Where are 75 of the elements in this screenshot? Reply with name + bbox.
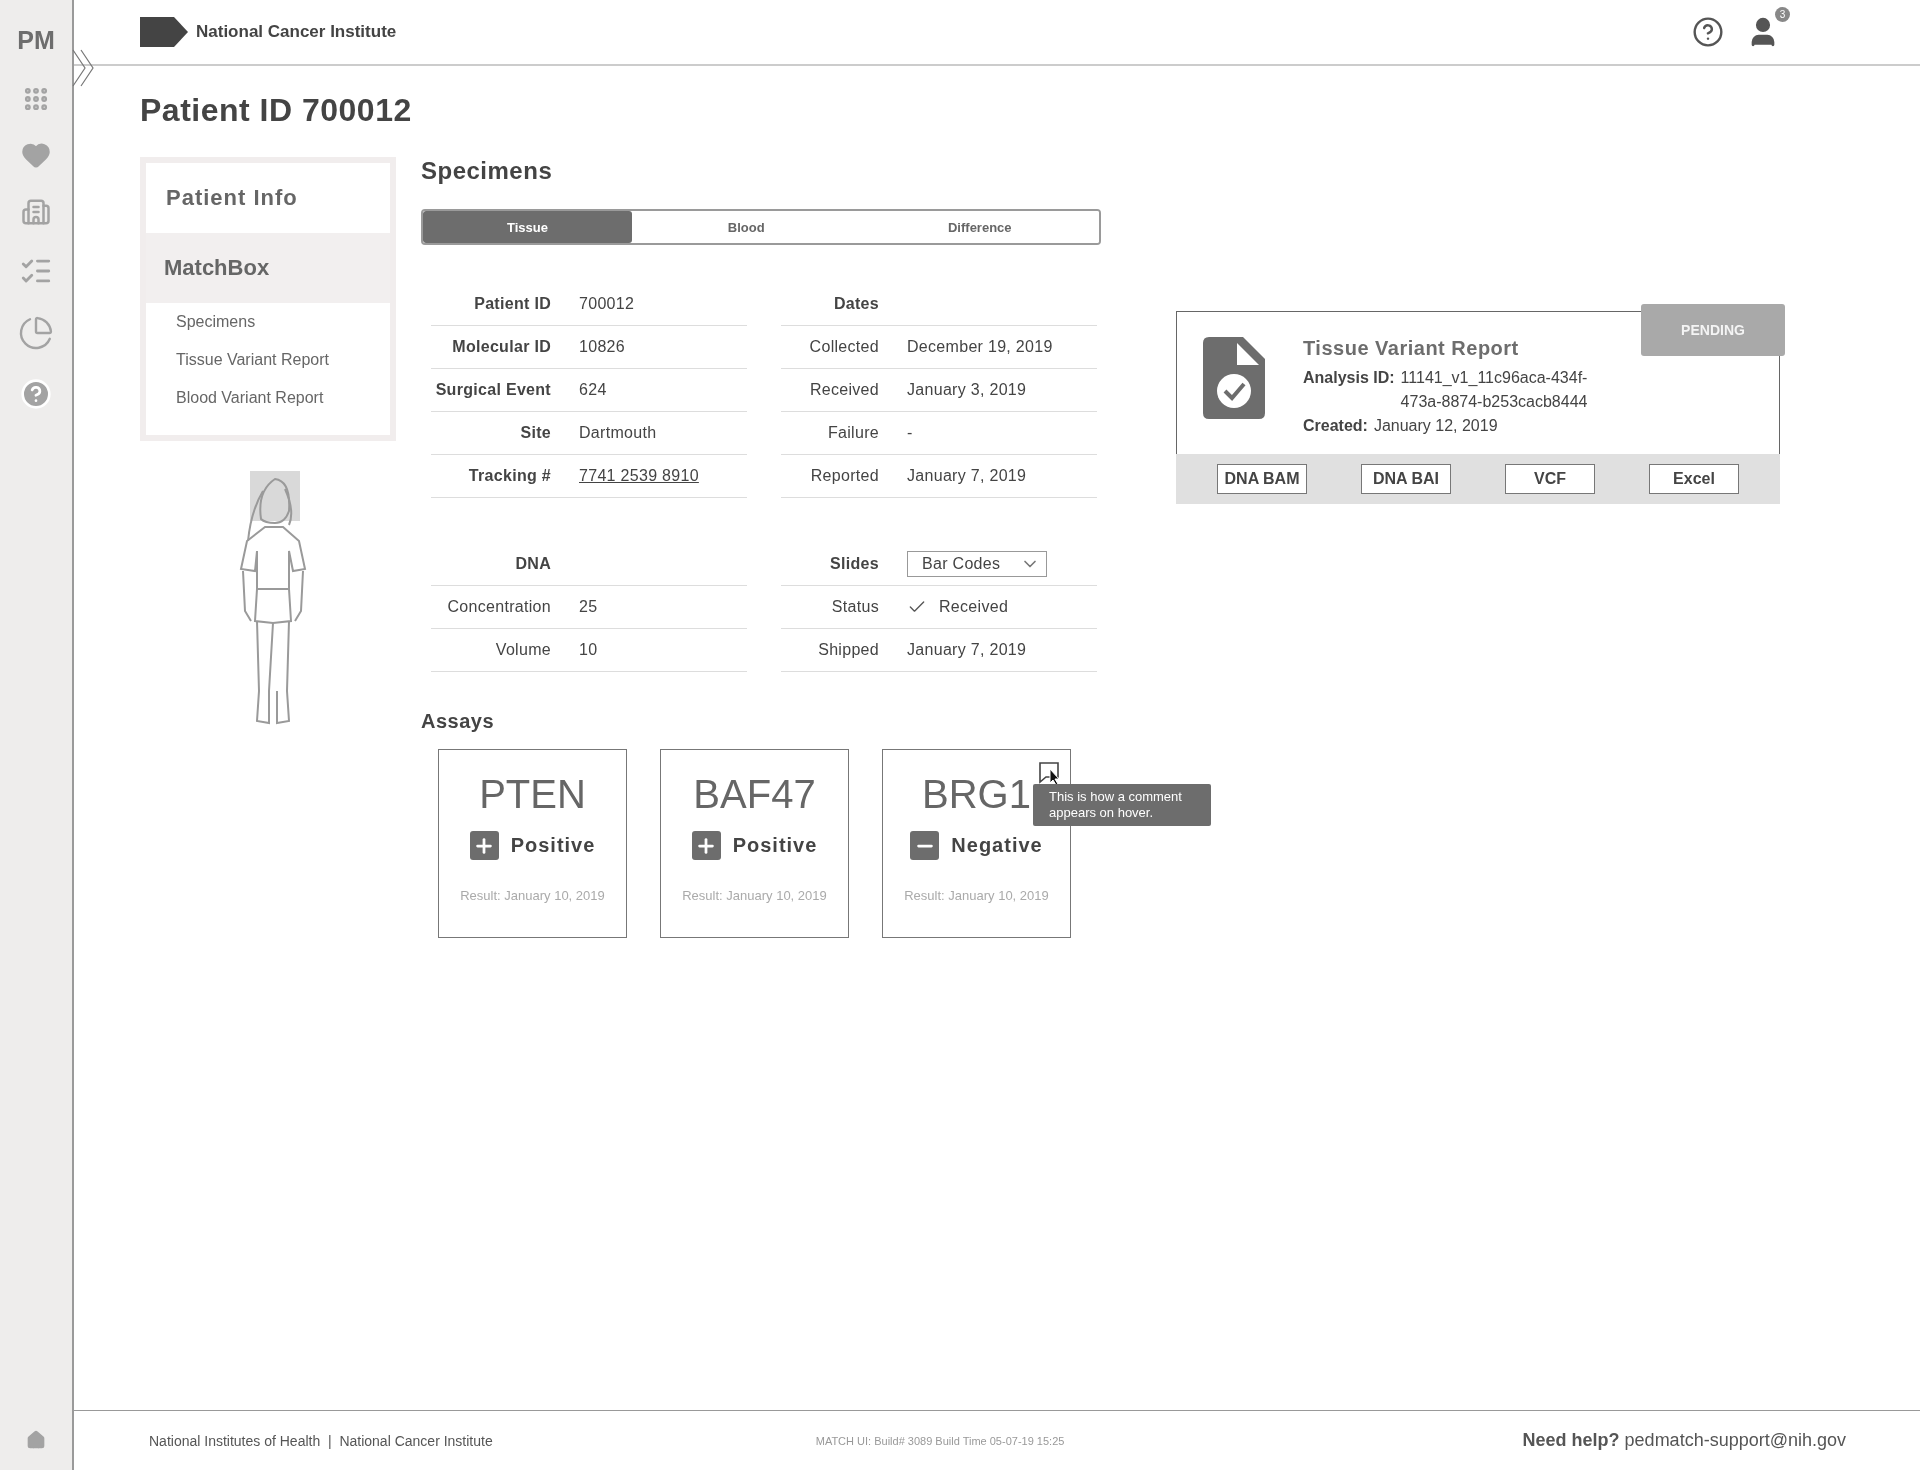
field-label: Molecular ID xyxy=(451,338,551,356)
report-title: Tissue Variant Report xyxy=(1303,337,1520,360)
grid-icon[interactable] xyxy=(22,85,50,113)
plus-icon xyxy=(469,831,499,860)
field-value: Received xyxy=(939,598,1009,616)
field-label: Reported xyxy=(809,467,879,485)
field-label: Surgical Event xyxy=(434,381,551,399)
field-label: Volume xyxy=(494,641,551,659)
field-value: 10826 xyxy=(579,338,625,356)
field-label: Failure xyxy=(827,424,879,442)
barcode-dropdown[interactable]: Bar Codes xyxy=(907,551,1047,577)
plus-icon xyxy=(691,831,721,860)
field-value: December 19, 2019 xyxy=(907,338,1053,356)
gene-name: PTEN xyxy=(479,772,586,817)
field-label: Received xyxy=(808,381,879,399)
help-contact: Need help? pedmatch-support@nih.gov xyxy=(1522,1430,1846,1451)
field-label: Tracking # xyxy=(467,467,551,485)
field-label: Created: xyxy=(1303,416,1368,436)
field-label: Site xyxy=(519,424,551,442)
app-logo: PM xyxy=(17,26,55,55)
institute-logo-icon xyxy=(140,17,188,47)
download-button[interactable]: Excel xyxy=(1649,464,1739,494)
help-icon[interactable] xyxy=(1692,16,1724,48)
nav-item[interactable]: MatchBox xyxy=(146,233,390,303)
nav-subitem[interactable]: Tissue Variant Report xyxy=(146,341,390,379)
download-button[interactable]: DNA BAI xyxy=(1361,464,1451,494)
section-heading: Slides xyxy=(829,555,879,573)
footer-links: National Institutes of Health | National Cancer Institute xyxy=(149,1432,493,1449)
build-info: MATCH UI: Build# 3089 Build Time 05-07-19 15:25 xyxy=(815,1434,1065,1447)
field-value: 624 xyxy=(579,381,607,399)
field-value: January 7, 2019 xyxy=(907,467,1027,485)
page-title: Patient ID 700012 xyxy=(140,92,413,129)
gene-name: BRG1 xyxy=(922,772,1031,817)
field-label: Status xyxy=(830,598,879,616)
field-label: Shipped xyxy=(817,641,879,659)
download-button[interactable]: VCF xyxy=(1505,464,1595,494)
result-date: Result: January 10, 2019 xyxy=(904,888,1049,903)
result-date: Result: January 10, 2019 xyxy=(460,888,605,903)
field-value: 11141_v1_11c96aca-434f-473a-8874-b253cacb8444 xyxy=(1400,368,1589,412)
result-label: Positive xyxy=(732,834,818,857)
result-date: Result: January 10, 2019 xyxy=(682,888,827,903)
institute-name: National Cancer Institute xyxy=(196,22,397,42)
field-label: Concentration xyxy=(446,598,551,616)
minus-icon xyxy=(910,831,940,860)
section-heading: Patient ID xyxy=(473,295,551,313)
status-badge: PENDING xyxy=(1641,304,1785,356)
field-value: 10 xyxy=(579,641,598,659)
comment-tooltip: This is how a comment appears on hover. xyxy=(1033,784,1211,826)
field-value: 25 xyxy=(579,598,598,616)
field-value: January 7, 2019 xyxy=(907,641,1027,659)
field-value: January 12, 2019 xyxy=(1373,416,1498,436)
tracking-link[interactable]: 7741 2539 8910 xyxy=(579,467,699,485)
nav-subitem[interactable]: Specimens xyxy=(146,303,390,341)
pie-chart-icon[interactable] xyxy=(18,315,54,351)
nav-subitem[interactable]: Blood Variant Report xyxy=(146,379,390,417)
field-label: Analysis ID: xyxy=(1303,368,1395,388)
section-heading: DNA xyxy=(514,555,551,573)
tab[interactable]: Tissue xyxy=(423,211,632,243)
building-icon[interactable] xyxy=(21,197,51,227)
document-check-icon xyxy=(1203,337,1265,419)
notification-badge: 3 xyxy=(1775,7,1790,22)
download-button[interactable]: DNA BAM xyxy=(1217,464,1307,494)
result-label: Positive xyxy=(510,834,596,857)
comment-icon[interactable] xyxy=(1038,761,1062,785)
section-heading: Dates xyxy=(832,295,879,313)
home-icon[interactable] xyxy=(26,1430,46,1450)
field-value: - xyxy=(907,424,913,442)
section-title: Specimens xyxy=(421,157,554,185)
result-label: Negative xyxy=(951,834,1043,857)
field-value: January 3, 2019 xyxy=(907,381,1027,399)
field-value: 700012 xyxy=(579,295,635,313)
field-label: Collected xyxy=(808,338,879,356)
gene-name: BAF47 xyxy=(693,772,816,817)
section-title: Assays xyxy=(421,710,496,733)
field-value: Dartmouth xyxy=(579,424,657,442)
